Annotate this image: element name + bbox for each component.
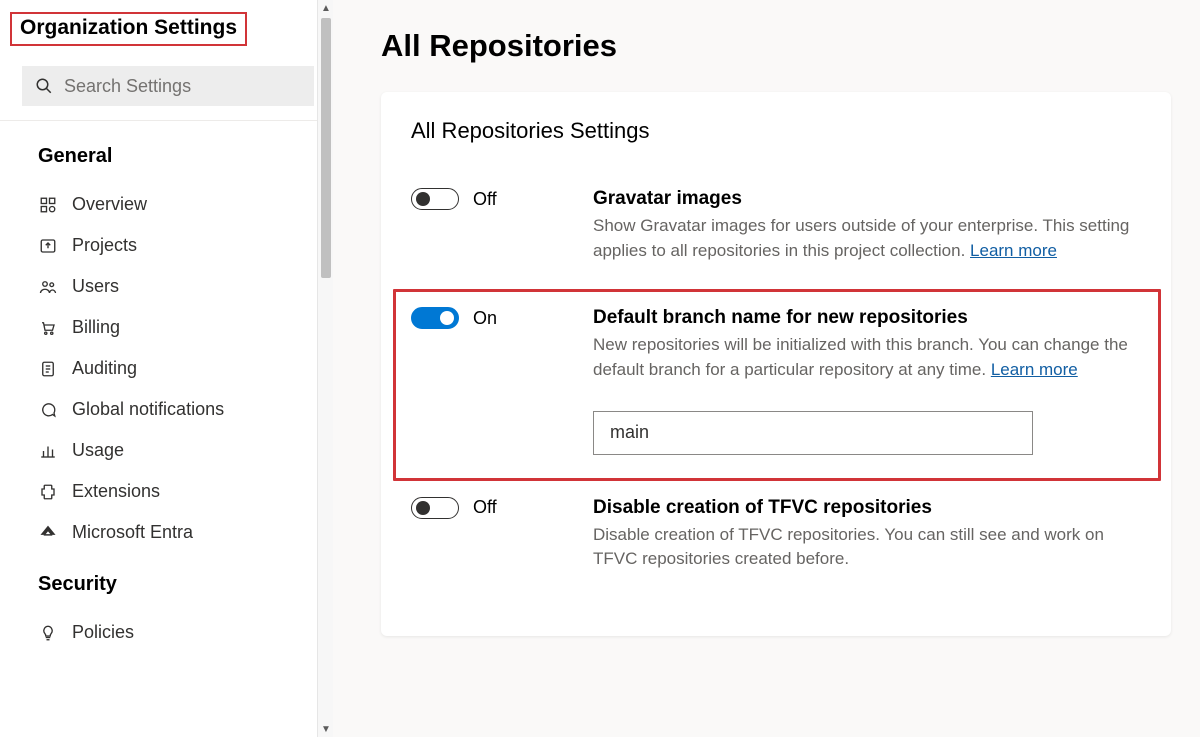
sidebar-item-label: Users bbox=[72, 276, 119, 297]
sidebar-item-usage[interactable]: Usage bbox=[0, 430, 332, 471]
section-general-label: General bbox=[0, 125, 332, 184]
sidebar-item-label: Projects bbox=[72, 235, 137, 256]
sidebar-item-label: Extensions bbox=[72, 481, 160, 502]
bulb-icon bbox=[38, 623, 58, 643]
sidebar-header: Organization Settings bbox=[0, 0, 332, 60]
search-box[interactable] bbox=[22, 66, 314, 106]
sidebar-item-auditing[interactable]: Auditing bbox=[0, 348, 332, 389]
toggle-state-label: On bbox=[473, 308, 497, 329]
users-icon bbox=[38, 277, 58, 297]
toggle-state-label: Off bbox=[473, 497, 497, 518]
comment-icon bbox=[38, 400, 58, 420]
learn-more-link[interactable]: Learn more bbox=[970, 241, 1057, 260]
sidebar-title: Organization Settings bbox=[10, 12, 247, 46]
setting-body: Gravatar images Show Gravatar images for… bbox=[593, 188, 1141, 263]
chart-icon bbox=[38, 441, 58, 461]
tiles-icon bbox=[38, 195, 58, 215]
search-wrap bbox=[0, 60, 332, 120]
main-content: All Repositories All Repositories Settin… bbox=[333, 0, 1200, 737]
toggle-gravatar[interactable] bbox=[411, 188, 459, 210]
setting-row-default-branch: On Default branch name for new repositor… bbox=[411, 287, 1141, 484]
setting-row-gravatar: Off Gravatar images Show Gravatar images… bbox=[411, 180, 1141, 287]
setting-desc-text: Disable creation of TFVC repositories. Y… bbox=[593, 525, 1104, 569]
sidebar-item-label: Microsoft Entra bbox=[72, 522, 193, 543]
setting-title: Disable creation of TFVC repositories bbox=[593, 497, 1141, 519]
upload-box-icon bbox=[38, 236, 58, 256]
sidebar-item-label: Global notifications bbox=[72, 399, 224, 420]
setting-row-tfvc: Off Disable creation of TFVC repositorie… bbox=[411, 485, 1141, 596]
sidebar-item-label: Billing bbox=[72, 317, 120, 338]
toggle-group: Off bbox=[411, 188, 571, 210]
card-title: All Repositories Settings bbox=[411, 118, 1141, 144]
scrollbar[interactable]: ▲ ▼ bbox=[317, 0, 333, 737]
setting-description: Show Gravatar images for users outside o… bbox=[593, 214, 1141, 263]
setting-title: Gravatar images bbox=[593, 188, 1141, 210]
sidebar-item-global-notifications[interactable]: Global notifications bbox=[0, 389, 332, 430]
sidebar-item-extensions[interactable]: Extensions bbox=[0, 471, 332, 512]
setting-description: Disable creation of TFVC repositories. Y… bbox=[593, 523, 1141, 572]
search-input[interactable] bbox=[64, 76, 302, 97]
scroll-up-icon[interactable]: ▲ bbox=[318, 0, 334, 16]
scroll-down-icon[interactable]: ▼ bbox=[318, 721, 334, 737]
divider bbox=[0, 120, 332, 121]
toggle-state-label: Off bbox=[473, 189, 497, 210]
default-branch-input[interactable] bbox=[593, 411, 1033, 455]
document-icon bbox=[38, 359, 58, 379]
toggle-tfvc[interactable] bbox=[411, 497, 459, 519]
section-security-label: Security bbox=[0, 553, 332, 612]
toggle-group: Off bbox=[411, 497, 571, 519]
scroll-thumb[interactable] bbox=[321, 18, 331, 278]
cart-icon bbox=[38, 318, 58, 338]
toggle-default-branch[interactable] bbox=[411, 307, 459, 329]
search-icon bbox=[34, 76, 54, 96]
setting-body: Disable creation of TFVC repositories Di… bbox=[593, 497, 1141, 572]
sidebar-item-microsoft-entra[interactable]: Microsoft Entra bbox=[0, 512, 332, 553]
settings-card: All Repositories Settings Off Gravatar i… bbox=[381, 92, 1171, 636]
entra-icon bbox=[38, 523, 58, 543]
sidebar: Organization Settings General Overview P… bbox=[0, 0, 333, 737]
sidebar-item-label: Auditing bbox=[72, 358, 137, 379]
sidebar-item-label: Overview bbox=[72, 194, 147, 215]
page-title: All Repositories bbox=[381, 28, 1200, 64]
setting-description: New repositories will be initialized wit… bbox=[593, 333, 1141, 382]
setting-body: Default branch name for new repositories… bbox=[593, 307, 1141, 454]
sidebar-item-policies[interactable]: Policies bbox=[0, 612, 332, 653]
learn-more-link[interactable]: Learn more bbox=[991, 360, 1078, 379]
setting-title: Default branch name for new repositories bbox=[593, 307, 1141, 329]
sidebar-item-overview[interactable]: Overview bbox=[0, 184, 332, 225]
sidebar-item-projects[interactable]: Projects bbox=[0, 225, 332, 266]
toggle-group: On bbox=[411, 307, 571, 329]
sidebar-item-billing[interactable]: Billing bbox=[0, 307, 332, 348]
sidebar-item-label: Policies bbox=[72, 622, 134, 643]
sidebar-item-label: Usage bbox=[72, 440, 124, 461]
sidebar-item-users[interactable]: Users bbox=[0, 266, 332, 307]
puzzle-icon bbox=[38, 482, 58, 502]
